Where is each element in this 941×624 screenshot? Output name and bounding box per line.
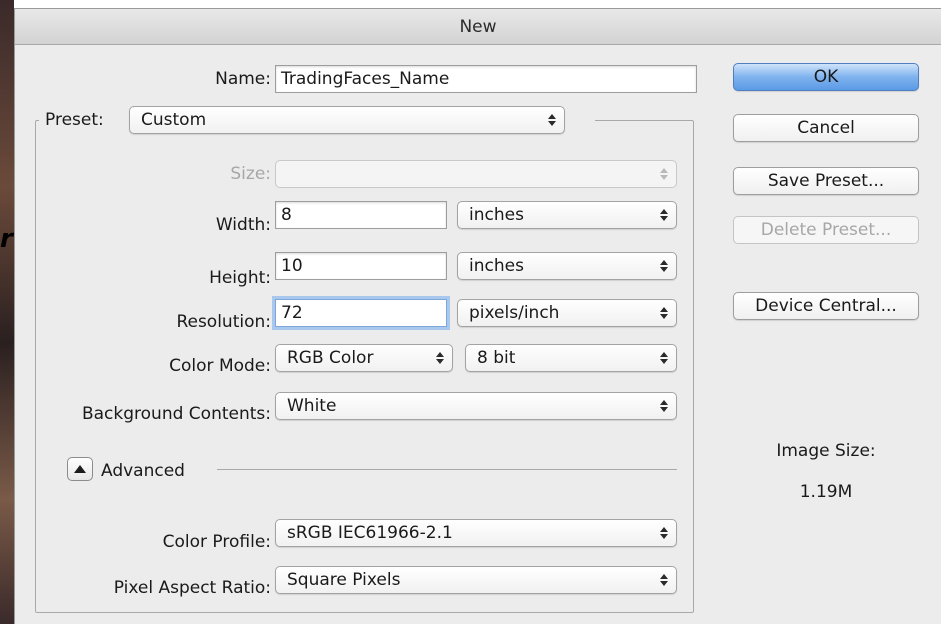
pixel-aspect-ratio-popup[interactable]: Square Pixels: [275, 566, 677, 594]
color-profile-value: sRGB IEC61966-2.1: [287, 523, 453, 543]
color-profile-popup[interactable]: sRGB IEC61966-2.1: [275, 519, 677, 547]
disclosure-triangle-icon: [74, 465, 86, 473]
dialog-title: New: [15, 9, 941, 45]
color-mode-popup[interactable]: RGB Color: [275, 344, 453, 372]
ok-button[interactable]: OK: [733, 63, 919, 91]
pixel-aspect-ratio-value: Square Pixels: [287, 570, 401, 590]
bit-depth-value: 8 bit: [477, 348, 516, 368]
width-label: Width:: [215, 215, 271, 235]
popup-arrows-icon: [659, 253, 669, 279]
delete-preset-button: Delete Preset...: [733, 216, 919, 244]
bit-depth-popup[interactable]: 8 bit: [465, 344, 677, 372]
resolution-unit-value: pixels/inch: [469, 303, 560, 323]
height-unit-popup[interactable]: inches: [457, 252, 677, 280]
cancel-button[interactable]: Cancel: [733, 114, 919, 142]
popup-arrows-icon: [435, 345, 445, 371]
popup-arrows-icon: [659, 393, 669, 419]
width-field[interactable]: 8: [275, 201, 447, 229]
popup-arrows-icon: [659, 567, 669, 593]
pixel-aspect-ratio-label: Pixel Aspect Ratio:: [113, 578, 271, 598]
background-photo-strip: [0, 0, 14, 624]
color-mode-label: Color Mode:: [169, 356, 271, 376]
new-document-dialog: New Name: TradingFaces_Name Preset: Cust…: [14, 8, 941, 624]
popup-arrows-icon: [659, 202, 669, 228]
height-unit-value: inches: [469, 256, 524, 276]
image-size-value: 1.19M: [799, 482, 853, 502]
image-size-label: Image Size:: [776, 441, 876, 461]
color-mode-value: RGB Color: [287, 348, 374, 368]
resolution-field[interactable]: 72: [275, 299, 447, 327]
background-contents-label: Background Contents:: [81, 404, 271, 424]
width-unit-popup[interactable]: inches: [457, 201, 677, 229]
name-label: Name:: [215, 69, 271, 89]
popup-arrows-icon: [659, 161, 669, 187]
height-field[interactable]: 10: [275, 252, 447, 280]
advanced-label: Advanced: [101, 461, 185, 481]
height-label: Height:: [209, 268, 271, 288]
popup-arrows-icon: [547, 107, 557, 133]
save-preset-button[interactable]: Save Preset...: [733, 167, 919, 195]
popup-arrows-icon: [659, 300, 669, 326]
size-label: Size:: [230, 164, 271, 184]
width-unit-value: inches: [469, 205, 524, 225]
preset-label: Preset:: [45, 110, 104, 130]
popup-arrows-icon: [659, 345, 669, 371]
device-central-button[interactable]: Device Central...: [733, 292, 919, 320]
background-contents-value: White: [287, 396, 337, 416]
popup-arrows-icon: [659, 520, 669, 546]
resolution-unit-popup[interactable]: pixels/inch: [457, 299, 677, 327]
name-field[interactable]: TradingFaces_Name: [275, 65, 697, 93]
resolution-label: Resolution:: [176, 312, 271, 332]
preset-value: Custom: [141, 110, 207, 130]
advanced-toggle-button[interactable]: [67, 457, 93, 481]
advanced-divider: [217, 469, 677, 470]
color-profile-label: Color Profile:: [162, 532, 271, 552]
size-popup: [275, 160, 677, 188]
background-contents-popup[interactable]: White: [275, 392, 677, 420]
preset-popup[interactable]: Custom: [129, 106, 565, 134]
